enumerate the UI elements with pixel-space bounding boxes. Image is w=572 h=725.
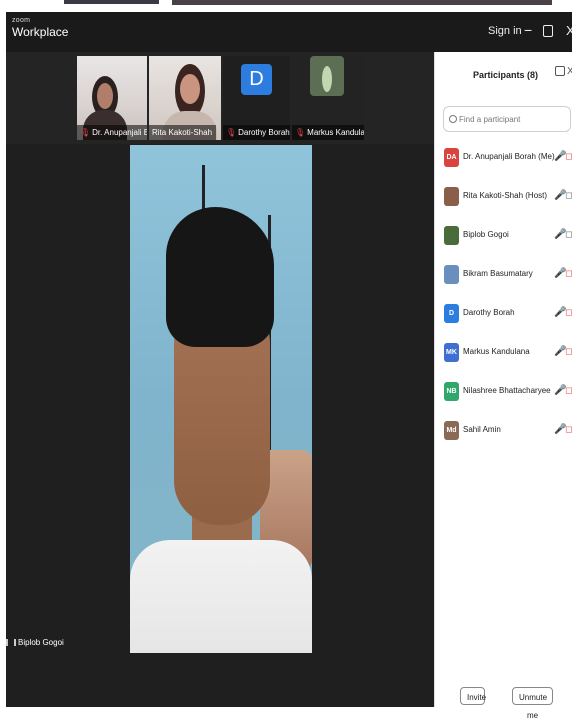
participant-row[interactable]: Md Sahil Amin 🎤 ◻ xyxy=(435,417,572,445)
participant-name: Dr. Anupanjali Borah xyxy=(92,128,147,137)
participant-row[interactable]: Biplob Gogoi 🎤 ◻ xyxy=(435,222,572,250)
brand-main-text: Workplace xyxy=(12,25,69,39)
invite-button[interactable]: Invite xyxy=(460,687,486,705)
avatar: Md xyxy=(444,421,459,440)
person-shirt xyxy=(130,540,312,653)
participant-row[interactable]: D Darothy Borah 🎤 ◻ xyxy=(435,300,572,328)
background-window-part xyxy=(64,0,159,4)
person-hair xyxy=(166,207,274,347)
avatar: MK xyxy=(444,343,459,362)
panel-title: Participants (8) xyxy=(473,70,539,80)
avatar xyxy=(444,265,459,284)
avatar: D xyxy=(241,64,272,95)
thumbnail-name-label: 🎙 Darothy Borah xyxy=(223,125,290,140)
search-input[interactable] xyxy=(459,110,569,128)
thumbnail-name-label: 🎙Dr. Anupanjali Borah xyxy=(77,125,147,140)
sign-in-link[interactable]: Sign in xyxy=(488,25,522,37)
participant-name: Darothy Borah xyxy=(463,308,515,317)
video-thumbnail[interactable]: 🎙Dr. Anupanjali Borah xyxy=(77,56,147,140)
signal-bars-icon xyxy=(6,639,16,646)
camera-icon: ◻ xyxy=(565,190,572,200)
video-thumbnail[interactable]: Rita Kakoti-Shah xyxy=(149,56,221,140)
person-face xyxy=(97,83,113,109)
participant-name: Nilashree Bhattacharyee xyxy=(463,386,551,395)
participant-row[interactable]: NB Nilashree Bhattacharyee 🎤 ◻ xyxy=(435,378,572,406)
camera-icon: ◻ xyxy=(565,268,572,278)
participant-name: Rita Kakoti-Shah xyxy=(152,128,213,137)
search-icon xyxy=(449,115,457,123)
participant-search[interactable] xyxy=(443,106,571,132)
camera-icon: ◻ xyxy=(565,151,572,161)
participant-row[interactable]: Rita Kakoti-Shah (Host) 🎤 ◻ xyxy=(435,183,572,211)
unmute-me-button[interactable]: Unmute me xyxy=(512,687,553,720)
avatar: D xyxy=(444,304,459,323)
participant-name: Bikram Basumatary xyxy=(463,269,533,278)
participant-name: Darothy Borah xyxy=(238,128,290,137)
camera-icon: ◻ xyxy=(565,229,572,239)
camera-icon: ◻ xyxy=(565,424,572,434)
participant-name: Markus Kandulana xyxy=(307,128,364,137)
mic-muted-icon: 🎙 xyxy=(295,128,306,137)
participants-panel: Participants (8) X DA Dr. Anupanjali Bora… xyxy=(434,52,572,707)
participant-row[interactable]: Bikram Basumatary 🎤 ◻ xyxy=(435,261,572,289)
participant-name: Markus Kandulana xyxy=(463,347,530,356)
participant-name: Biplob Gogoi xyxy=(463,230,509,239)
title-bar: zoom Workplace Sign in − X xyxy=(6,12,572,52)
camera-icon: ◻ xyxy=(565,385,572,395)
participant-name: Sahil Amin xyxy=(463,425,501,434)
avatar: NB xyxy=(444,382,459,401)
main-video-name-label: Biplob Gogoi xyxy=(6,638,64,647)
background-window-strip xyxy=(0,0,572,10)
panel-close-button[interactable]: X xyxy=(567,66,572,77)
video-content xyxy=(322,66,332,92)
mic-muted-icon: 🎙 xyxy=(80,128,91,137)
camera-icon: ◻ xyxy=(565,346,572,356)
participant-row[interactable]: MK Markus Kandulana 🎤 ◻ xyxy=(435,339,572,367)
background-window-part xyxy=(172,0,552,5)
participant-row[interactable]: DA Dr. Anupanjali Borah (Me) 🎤 ◻ xyxy=(435,144,572,172)
popout-icon[interactable] xyxy=(555,66,565,76)
thumbnail-name-label: 🎙Markus Kandulana xyxy=(292,125,364,140)
app-logo: zoom Workplace xyxy=(12,17,68,39)
person-face xyxy=(180,74,200,104)
main-speaker-video[interactable] xyxy=(130,145,312,653)
participant-name: Dr. Anupanjali Borah (Me) xyxy=(463,152,555,161)
participant-name: Biplob Gogoi xyxy=(18,638,64,647)
close-button[interactable]: X xyxy=(566,23,572,38)
thumbnail-name-label: Rita Kakoti-Shah xyxy=(149,125,217,140)
participant-name: Rita Kakoti-Shah (Host) xyxy=(463,191,548,200)
video-thumbnail[interactable]: D 🎙 Darothy Borah xyxy=(223,56,290,140)
camera-icon: ◻ xyxy=(565,307,572,317)
avatar xyxy=(444,187,459,206)
brand-top-text: zoom xyxy=(12,17,31,24)
video-thumbnail[interactable]: 🎙Markus Kandulana xyxy=(292,56,364,140)
avatar: DA xyxy=(444,148,459,167)
minimize-button[interactable]: − xyxy=(524,22,532,38)
avatar xyxy=(444,226,459,245)
mic-muted-icon: 🎙 xyxy=(226,128,237,137)
restore-icon[interactable] xyxy=(543,25,553,37)
